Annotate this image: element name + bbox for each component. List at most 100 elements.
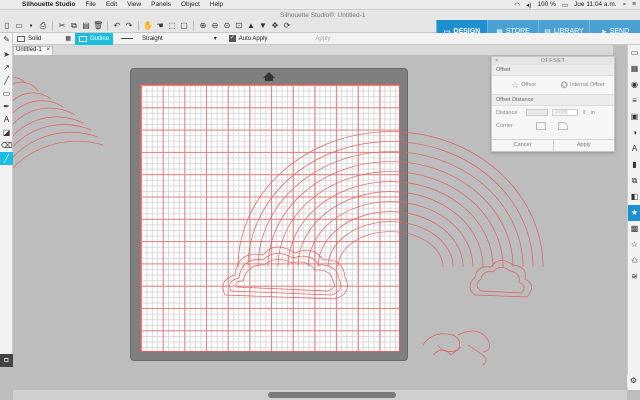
auto-apply-checkbox[interactable]: ✓ Auto Apply	[225, 33, 272, 45]
clock-label[interactable]: Jue 11:04 a.m.	[574, 1, 617, 8]
cutting-grid[interactable]	[140, 84, 400, 352]
settings-area: ⚙	[627, 375, 640, 387]
save-icon[interactable]: ▪	[26, 21, 36, 31]
pan-icon[interactable]: ✋	[143, 21, 153, 31]
print-icon[interactable]: ⎙	[38, 21, 48, 31]
move-up-icon[interactable]: ▲	[246, 21, 256, 31]
search-icon[interactable]: ⌕	[623, 1, 627, 9]
eraser-icon[interactable]: ⌫	[0, 139, 13, 152]
toolbar-divider	[138, 21, 139, 31]
mac-menu-bar: Silhouette Studio File Edit View Panels …	[0, 0, 640, 10]
replicate-icon[interactable]: ⧉	[628, 173, 640, 189]
apply-button[interactable]: Apply	[311, 33, 334, 45]
close-icon[interactable]: ×	[495, 57, 499, 65]
distance-row: Distance 0.000 ⇕ in	[492, 106, 614, 119]
copy-icon[interactable]: ⧉	[69, 21, 79, 31]
internal-offset-choice[interactable]: ✪ Internal Offset	[555, 80, 610, 91]
menu-view[interactable]: View	[127, 1, 141, 8]
redo-icon[interactable]: ↷	[124, 21, 134, 31]
distance-input[interactable]: 0.000	[552, 109, 578, 116]
menu-panels[interactable]: Panels	[151, 1, 171, 8]
cut-icon[interactable]: ✂	[57, 21, 67, 31]
line-color-icon[interactable]: ≡	[628, 93, 640, 109]
menu-app-name[interactable]: Silhouette Studio	[22, 1, 75, 8]
offset-panel: × OFFSET Offset ☆ Offset ✪ Internal Offs…	[491, 56, 615, 152]
paste-icon[interactable]: ▤	[81, 21, 91, 31]
pen-tool-icon[interactable]: ✒	[0, 100, 13, 113]
auto-apply-label: Auto Apply	[238, 35, 268, 42]
knife-tool-icon[interactable]: ╱	[0, 152, 13, 165]
page-setup-icon[interactable]: ▭	[628, 45, 640, 61]
select-all-icon[interactable]: ⬚	[167, 21, 177, 31]
pencil-icon[interactable]: ✎	[0, 33, 13, 46]
gradient-icon[interactable]: ▦	[61, 33, 75, 45]
deselect-icon[interactable]: ▢	[179, 21, 189, 31]
zoom-fit-icon[interactable]: ⊙	[222, 21, 232, 31]
library-panel-icon[interactable]: ◘	[0, 354, 13, 367]
document-tabs: Untitled-1 ×	[13, 45, 613, 55]
trace-icon[interactable]: ▩	[628, 221, 640, 237]
stack-icon[interactable]: ◧	[628, 189, 640, 205]
move-icon[interactable]: ✥	[270, 21, 280, 31]
zoom-in-icon[interactable]: ⊕	[198, 21, 208, 31]
new-file-icon[interactable]: ▯	[2, 21, 12, 31]
hand-icon[interactable]: ☚	[155, 21, 165, 31]
move-down-icon[interactable]: ▼	[258, 21, 268, 31]
corner-sharp-icon[interactable]	[536, 122, 546, 130]
menu-help[interactable]: Help	[210, 1, 223, 8]
fill-solid-option[interactable]: Solid	[13, 33, 45, 45]
battery-icon[interactable]: ▭	[562, 1, 568, 9]
open-file-icon[interactable]: ▭	[14, 21, 24, 31]
cloud-right-shape[interactable]	[469, 260, 532, 298]
zoom-box-icon[interactable]: ⊡	[234, 21, 244, 31]
text-tool-icon[interactable]: A	[0, 113, 13, 126]
outline-label: Outline	[90, 35, 110, 42]
select-arrow-icon[interactable]: ➤	[0, 48, 13, 61]
grid-icon[interactable]: ▦	[628, 61, 640, 77]
corner-label: Corner	[496, 123, 513, 129]
undo-icon[interactable]: ↶	[112, 21, 122, 31]
wifi-icon[interactable]: ◠	[514, 1, 520, 9]
close-icon[interactable]: ×	[46, 47, 50, 53]
scrollbar-thumb[interactable]	[268, 392, 396, 398]
rectangle-tool-icon[interactable]: ▭	[0, 87, 13, 100]
text-style-icon[interactable]: A	[628, 141, 640, 157]
volume-icon[interactable]: ◂)	[526, 1, 531, 9]
offset-choice[interactable]: ☆ Offset	[496, 80, 551, 91]
corner-round-icon[interactable]	[558, 122, 568, 130]
layers-icon[interactable]: ≋	[628, 269, 640, 285]
offset-star-icon[interactable]: ★	[628, 205, 640, 221]
cutting-mat[interactable]	[130, 68, 408, 361]
menu-list-icon[interactable]: ≡	[632, 1, 636, 8]
menu-edit[interactable]: Edit	[106, 1, 117, 8]
refresh-icon[interactable]: ⟳	[282, 21, 292, 31]
point-edit-icon[interactable]: ↗	[0, 61, 13, 74]
gear-icon[interactable]: ⚙	[627, 375, 640, 387]
menu-object[interactable]: Object	[181, 1, 200, 8]
panel-title: OFFSET	[540, 58, 566, 64]
rainbow-partial-shape[interactable]	[13, 77, 104, 180]
line-style-select[interactable]: Straight ▾	[117, 33, 221, 45]
favorite-star-icon[interactable]: ☆	[628, 237, 640, 253]
fill-color-icon[interactable]: ◑	[628, 125, 640, 141]
doc-tab-untitled[interactable]: Untitled-1 ×	[13, 46, 53, 55]
handwriting-scribble[interactable]	[422, 330, 490, 366]
palette-icon[interactable]: ◉	[628, 77, 640, 93]
distance-slider[interactable]	[526, 109, 548, 116]
outline-swatch-icon	[79, 35, 88, 42]
trash-icon[interactable]: 🗑	[93, 21, 103, 31]
chart-icon[interactable]: ▮	[628, 157, 640, 173]
menu-file[interactable]: File	[85, 1, 95, 8]
line-tool-icon[interactable]: ╱	[0, 74, 13, 87]
section-distance: Offset Distance	[492, 94, 614, 106]
sketch-star-icon[interactable]: ✩	[628, 253, 640, 269]
stepper-icon[interactable]: ⇕	[582, 110, 587, 116]
zoom-out-icon[interactable]: ⊖	[210, 21, 220, 31]
outline-option[interactable]: Outline	[75, 32, 114, 45]
battery-label[interactable]: 100 %	[537, 1, 555, 8]
horizontal-scrollbar[interactable]	[13, 390, 627, 400]
apply-button[interactable]: Apply	[552, 140, 615, 151]
fill-tool-icon[interactable]: ◪	[0, 126, 13, 139]
align-icon[interactable]: ▣	[628, 109, 640, 125]
cancel-button[interactable]: Cancel	[492, 140, 553, 151]
